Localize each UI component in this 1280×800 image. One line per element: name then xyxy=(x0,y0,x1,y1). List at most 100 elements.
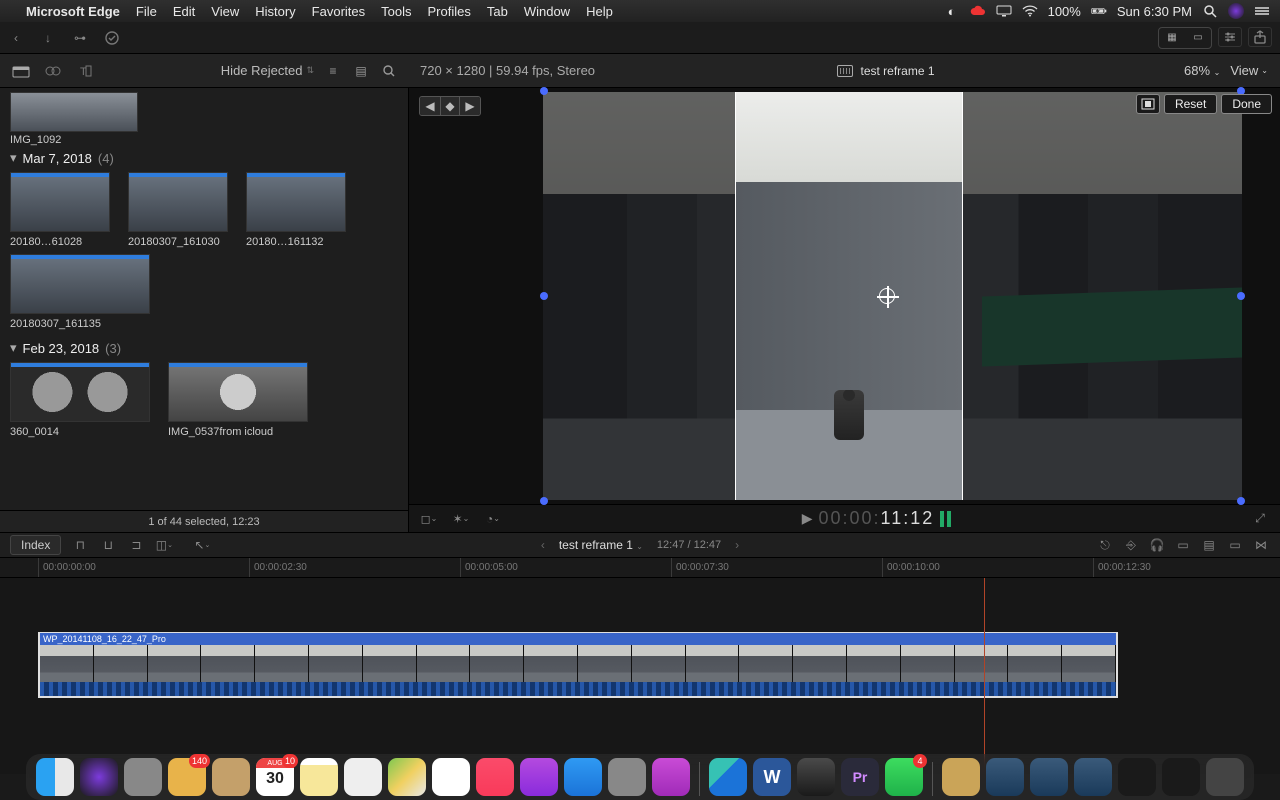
clip-thumb[interactable] xyxy=(10,172,110,232)
dock-music[interactable] xyxy=(476,758,514,796)
dock-podcasts[interactable] xyxy=(520,758,558,796)
menu-edit[interactable]: Edit xyxy=(173,4,195,19)
clip-thumb[interactable] xyxy=(246,172,346,232)
dock-folder[interactable] xyxy=(1074,758,1112,796)
filter-dropdown[interactable]: Hide Rejected ⇅ xyxy=(221,63,314,78)
inspector-icon[interactable] xyxy=(1218,27,1242,47)
timecode[interactable]: 00:00:11:12 xyxy=(819,508,935,529)
next-edit-icon[interactable]: ▶ xyxy=(460,97,480,115)
dock-word[interactable]: W xyxy=(753,758,791,796)
viewer-zoom[interactable]: 68% ⌄ xyxy=(1184,63,1220,78)
append-tool-icon[interactable]: ⊐ xyxy=(127,536,145,554)
timeline-project[interactable]: test reframe 1 ⌄ xyxy=(559,538,643,552)
clip-thumb[interactable] xyxy=(128,172,228,232)
menu-window[interactable]: Window xyxy=(524,4,570,19)
insert-tool-icon[interactable]: ⊔ xyxy=(99,536,117,554)
dock-premiere[interactable]: Pr xyxy=(841,758,879,796)
clip-audio[interactable] xyxy=(40,682,1116,696)
menu-tools[interactable]: Tools xyxy=(381,4,411,19)
dock-package[interactable] xyxy=(942,758,980,796)
share-icon[interactable] xyxy=(1248,27,1272,47)
menu-profiles[interactable]: Profiles xyxy=(428,4,471,19)
crop-handle[interactable] xyxy=(540,292,548,300)
menubar-app[interactable]: Microsoft Edge xyxy=(26,4,120,19)
control-center-icon[interactable] xyxy=(1254,3,1270,19)
connect-tool-icon[interactable]: ⊓ xyxy=(71,536,89,554)
back-icon[interactable]: ‹ xyxy=(0,26,32,50)
crop-handle[interactable] xyxy=(540,497,548,505)
menubar-clock[interactable]: Sun 6:30 PM xyxy=(1117,4,1192,19)
dock-messages[interactable]: 4 xyxy=(885,758,923,796)
dock-settings[interactable] xyxy=(608,758,646,796)
solo-icon[interactable]: ▭ xyxy=(1174,536,1192,554)
dock-minimized[interactable] xyxy=(1118,758,1156,796)
crop-handle[interactable] xyxy=(1237,497,1245,505)
spotlight-icon[interactable] xyxy=(1202,3,1218,19)
display-icon[interactable] xyxy=(996,3,1012,19)
dock-siri[interactable] xyxy=(80,758,118,796)
render-icon[interactable] xyxy=(96,26,128,50)
status-icon-1[interactable]: ◐ xyxy=(944,3,960,19)
dock-finder[interactable] xyxy=(36,758,74,796)
titles-tab-icon[interactable]: T xyxy=(74,60,96,82)
search-icon[interactable] xyxy=(380,62,398,80)
dock-trash[interactable] xyxy=(1206,758,1244,796)
dock-reminders[interactable] xyxy=(344,758,382,796)
clip-appearance-tl-icon[interactable]: ▤ xyxy=(1200,536,1218,554)
menu-favorites[interactable]: Favorites xyxy=(312,4,365,19)
dock-appstore[interactable] xyxy=(564,758,602,796)
battery-icon[interactable] xyxy=(1091,3,1107,19)
audio-skim-icon[interactable]: 🎧 xyxy=(1148,536,1166,554)
effects-icon[interactable]: ▭ xyxy=(1226,536,1244,554)
transitions-icon[interactable]: ⋈ xyxy=(1252,536,1270,554)
clip-appearance-icon[interactable]: ≡ xyxy=(324,62,342,80)
dock-contacts[interactable] xyxy=(212,758,250,796)
keyword-icon[interactable]: ⊶ xyxy=(64,26,96,50)
history-back-icon[interactable]: ‹ xyxy=(541,538,545,552)
anchor-point-icon[interactable] xyxy=(879,288,895,304)
menu-file[interactable]: File xyxy=(136,4,157,19)
timeline-ruler[interactable]: 00:00:00:00 00:00:02:30 00:00:05:00 00:0… xyxy=(0,558,1280,578)
import-icon[interactable]: ↓ xyxy=(32,26,64,50)
select-tool-icon[interactable]: ↖⌄ xyxy=(193,536,211,554)
dock-feedback[interactable] xyxy=(652,758,690,796)
snap-icon[interactable]: ⎋ xyxy=(1096,536,1114,554)
crop-region[interactable] xyxy=(735,92,963,500)
dock-launchpad[interactable] xyxy=(124,758,162,796)
event-header[interactable]: ▾ Feb 23, 2018 (3) xyxy=(10,336,398,358)
event-header[interactable]: ▾ Mar 7, 2018 (4) xyxy=(10,146,398,168)
dock-edge[interactable] xyxy=(709,758,747,796)
transform-icon[interactable]: ◻ ⌄ xyxy=(419,510,439,528)
clip-thumb[interactable] xyxy=(10,362,150,422)
enhance-icon[interactable]: ✶ ⌄ xyxy=(451,510,471,528)
wifi-icon[interactable] xyxy=(1022,3,1038,19)
menu-view[interactable]: View xyxy=(211,4,239,19)
siri-status-icon[interactable] xyxy=(1228,3,1244,19)
dock-maps[interactable] xyxy=(388,758,426,796)
view-dropdown[interactable]: View ⌄ xyxy=(1230,63,1268,78)
clip-thumb[interactable] xyxy=(168,362,308,422)
library-tab-icon[interactable] xyxy=(10,60,32,82)
timeline-index-button[interactable]: Index xyxy=(10,535,61,555)
dock-folder[interactable] xyxy=(986,758,1024,796)
layout-grid-icon[interactable]: ▦ xyxy=(1159,28,1185,48)
menu-help[interactable]: Help xyxy=(586,4,613,19)
dock-folder[interactable] xyxy=(1030,758,1068,796)
clip-thumb[interactable] xyxy=(10,254,150,314)
dock-calendar[interactable]: AUG 30 10 xyxy=(256,758,294,796)
dock-minimized[interactable] xyxy=(1162,758,1200,796)
dock-notes[interactable] xyxy=(300,758,338,796)
cloud-icon[interactable] xyxy=(970,3,986,19)
done-button[interactable]: Done xyxy=(1221,94,1272,114)
skimming-icon[interactable]: ⎆ xyxy=(1122,536,1140,554)
dock-photos[interactable] xyxy=(432,758,470,796)
layout-segmented[interactable]: ▦ ▭ xyxy=(1158,27,1212,49)
list-view-icon[interactable]: ▤ xyxy=(352,62,370,80)
photos-tab-icon[interactable] xyxy=(42,60,64,82)
fullscreen-icon[interactable]: ⤢ xyxy=(1250,510,1270,528)
menu-history[interactable]: History xyxy=(255,4,295,19)
prev-edit-icon[interactable]: ◀ xyxy=(420,97,440,115)
reset-button[interactable]: Reset xyxy=(1164,94,1217,114)
timeline-clip[interactable]: WP_20141108_16_22_47_Pro xyxy=(38,632,1118,698)
history-fwd-icon[interactable]: › xyxy=(735,538,739,552)
